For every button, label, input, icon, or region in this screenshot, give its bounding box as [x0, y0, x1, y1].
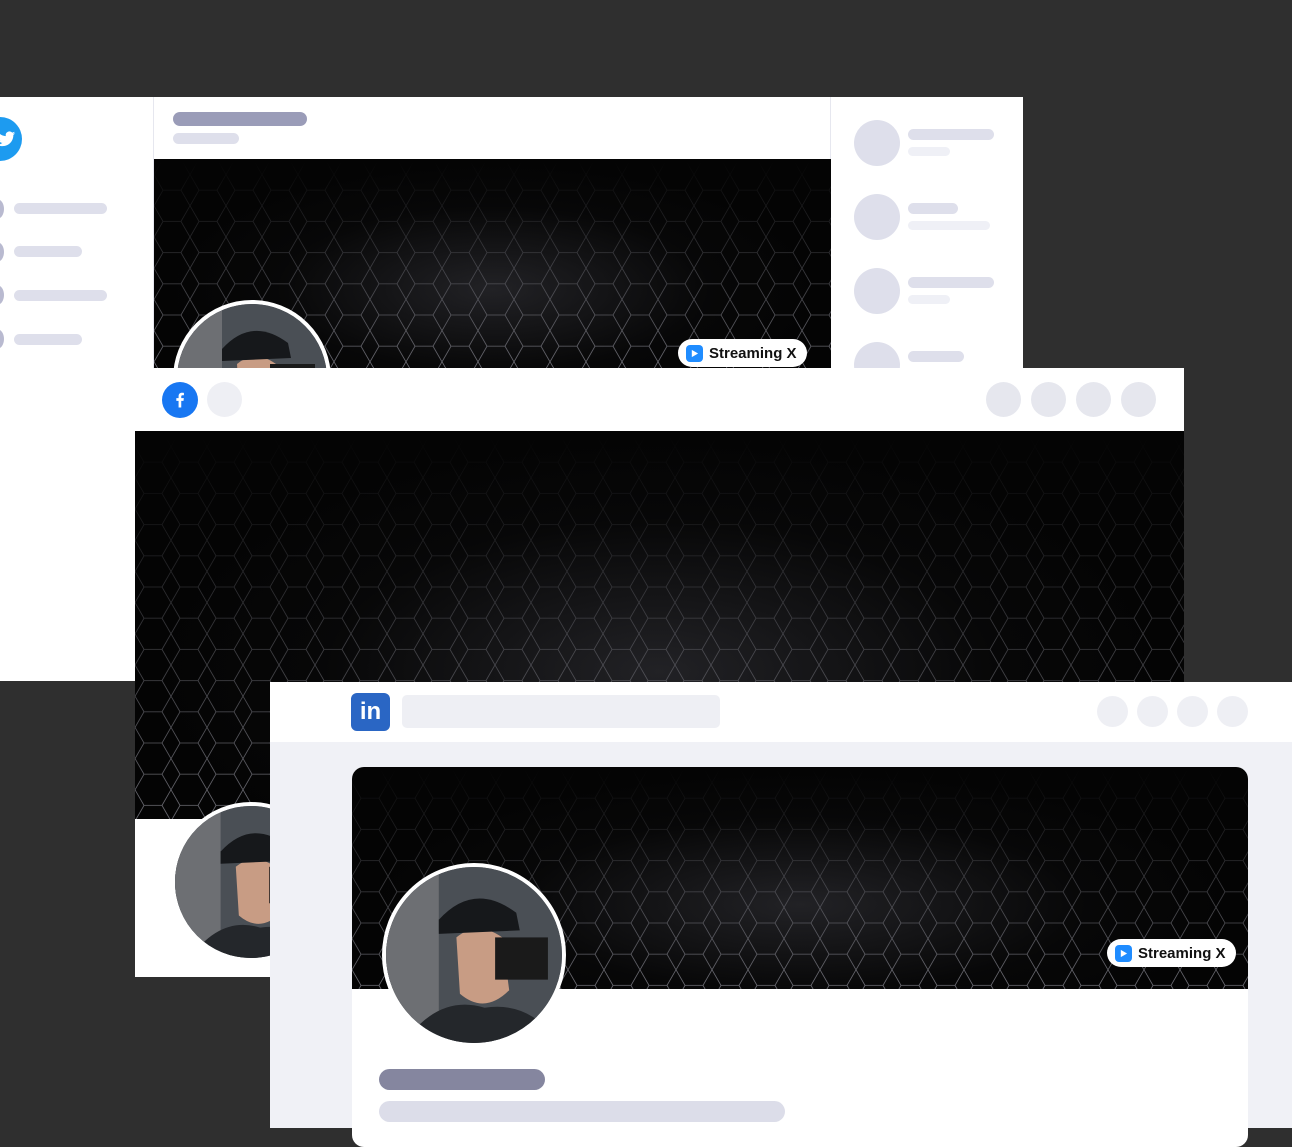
suggestion-name: [908, 351, 964, 362]
profile-name-placeholder: [173, 112, 307, 126]
suggestion-handle: [908, 221, 990, 230]
linkedin-logo-text: in: [359, 698, 382, 725]
twitter-nav-item[interactable]: [14, 290, 107, 301]
streaming-badge-label: Streaming X: [709, 344, 797, 362]
twitter-nav-icon[interactable]: [0, 242, 4, 262]
suggestion-avatar[interactable]: [854, 194, 900, 240]
linkedin-profile-card: Streaming X: [352, 767, 1248, 1147]
suggestion-handle: [908, 295, 950, 304]
linkedin-window: in Streaming X: [270, 682, 1292, 1147]
streaming-badge-label: Streaming X: [1138, 944, 1226, 962]
twitter-nav-item[interactable]: [14, 246, 82, 257]
facebook-nav-button[interactable]: [1076, 382, 1111, 417]
play-icon: [686, 344, 703, 362]
linkedin-nav-button[interactable]: [1097, 696, 1128, 727]
profile-name-placeholder: [379, 1069, 545, 1090]
twitter-nav-item[interactable]: [14, 203, 107, 214]
suggestion-name: [908, 129, 994, 140]
linkedin-nav-button[interactable]: [1177, 696, 1208, 727]
linkedin-nav-button[interactable]: [1137, 696, 1168, 727]
facebook-nav-button[interactable]: [1031, 382, 1066, 417]
profile-subtitle-placeholder: [173, 133, 239, 144]
suggestion-name: [908, 203, 958, 214]
streaming-badge: Streaming X: [1107, 939, 1236, 967]
linkedin-nav-button[interactable]: [1217, 696, 1248, 727]
twitter-logo-icon[interactable]: [0, 117, 22, 161]
linkedin-top-bar: in: [270, 682, 1292, 742]
play-icon: [1115, 944, 1132, 962]
twitter-nav-icon[interactable]: [0, 285, 4, 305]
streaming-badge: Streaming X: [678, 339, 807, 367]
facebook-logo-icon[interactable]: [162, 382, 198, 418]
suggestion-handle: [908, 147, 950, 156]
suggestion-avatar[interactable]: [854, 268, 900, 314]
facebook-nav-button[interactable]: [986, 382, 1021, 417]
suggestion-avatar[interactable]: [854, 120, 900, 166]
suggestion-name: [908, 277, 994, 288]
twitter-left-nav: [0, 97, 153, 681]
linkedin-logo-icon[interactable]: in: [351, 693, 390, 731]
linkedin-search-input[interactable]: [402, 695, 720, 728]
twitter-nav-icon[interactable]: [0, 199, 4, 219]
facebook-search-button[interactable]: [207, 382, 242, 417]
facebook-top-bar: [135, 368, 1184, 431]
profile-headline-placeholder: [379, 1101, 785, 1122]
linkedin-avatar[interactable]: [382, 863, 566, 1047]
page-canvas: { "twitter": { "logo_icon": "twitter-bir…: [0, 0, 1292, 1147]
twitter-nav-item[interactable]: [14, 334, 82, 345]
twitter-nav-icon[interactable]: [0, 329, 4, 349]
facebook-nav-button[interactable]: [1121, 382, 1156, 417]
